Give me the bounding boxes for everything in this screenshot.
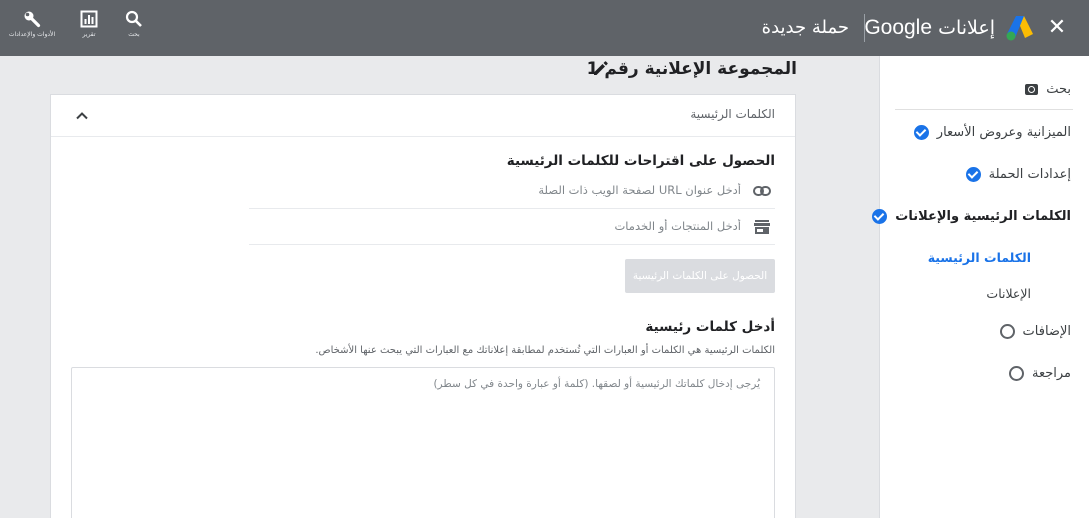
sidebar-item-label: الميزانية وعروض الأسعار <box>936 125 1071 140</box>
url-field-row <box>249 173 775 209</box>
card-title: الكلمات الرئيسية <box>690 107 775 121</box>
sidebar-subitem-keywords[interactable]: الكلمات الرئيسية <box>928 250 1031 265</box>
sidebar-item-campaign-settings[interactable]: إعدادات الحملة <box>965 167 1071 182</box>
sidebar-item-budget[interactable]: الميزانية وعروض الأسعار <box>913 125 1071 140</box>
edit-pencil-icon[interactable] <box>592 59 610 77</box>
header-divider <box>864 14 865 42</box>
keyword-suggestions-title: الحصول على اقتراحات للكلمات الرئيسية <box>506 153 775 169</box>
tools-settings-button[interactable]: الأدوات والإعدادات <box>8 10 56 39</box>
keywords-description: الكلمات الرئيسية هي الكلمات أو العبارات … <box>315 345 775 356</box>
ad-group-title: المجموعة الإعلانية رقم 1 <box>586 59 797 79</box>
sidebar-item-search[interactable]: بحث <box>1025 82 1071 97</box>
steps-sidebar: بحث الميزانية وعروض الأسعار إعدادات الحم… <box>872 56 1089 518</box>
keywords-textarea[interactable] <box>72 368 774 518</box>
products-field-row <box>249 209 775 245</box>
sidebar-item-label: إعدادات الحملة <box>988 167 1071 182</box>
store-icon <box>754 220 770 234</box>
url-input[interactable] <box>261 179 741 201</box>
brand-google: Google <box>864 16 933 39</box>
sidebar-item-extensions[interactable]: الإضافات <box>999 324 1071 339</box>
sidebar-subitem-ads[interactable]: الإعلانات <box>986 286 1031 301</box>
sidebar-item-label: الإضافات <box>1022 324 1071 339</box>
search-campaign-icon <box>1025 84 1039 95</box>
report-icon <box>80 10 98 28</box>
search-icon <box>125 10 142 27</box>
sidebar-item-label: بحث <box>1046 82 1071 97</box>
check-circle-icon <box>965 167 981 182</box>
sidebar-item-keywords-ads[interactable]: الكلمات الرئيسية والإعلانات <box>872 209 1071 224</box>
keywords-card: الكلمات الرئيسية الحصول على اقتراحات للك… <box>50 94 796 518</box>
sidebar-item-label: مراجعة <box>1031 366 1071 381</box>
products-input[interactable] <box>261 215 741 237</box>
get-keywords-button[interactable]: الحصول على الكلمات الرئيسية <box>625 259 775 293</box>
search-tool-label: بحث <box>128 31 140 38</box>
tools-settings-label: الأدوات والإعدادات <box>8 31 56 38</box>
report-tool-label: تقرير <box>82 31 96 38</box>
check-circle-icon <box>872 209 888 224</box>
empty-circle-icon <box>1008 366 1024 381</box>
report-tool-button[interactable]: تقرير <box>65 10 113 39</box>
close-button[interactable]: ✕ <box>1043 14 1071 42</box>
link-icon <box>753 186 771 196</box>
search-tool-button[interactable]: بحث <box>110 10 158 39</box>
close-icon: ✕ <box>1047 15 1067 40</box>
brand-product: إعلانات <box>938 17 995 39</box>
chevron-up-icon[interactable] <box>73 107 91 125</box>
campaign-title: حملة جديدة <box>761 17 849 38</box>
google-ads-logo-icon <box>1006 16 1033 41</box>
sidebar-item-review[interactable]: مراجعة <box>1008 366 1071 381</box>
empty-circle-icon <box>999 324 1015 339</box>
sidebar-item-label: الكلمات الرئيسية والإعلانات <box>895 209 1071 224</box>
sidebar-divider <box>895 109 1073 110</box>
wrench-icon <box>24 11 41 28</box>
top-header: ✕ إعلانات Google حملة جديدة بحث تقرير ال… <box>0 0 1089 56</box>
keywords-textarea-box <box>71 367 775 518</box>
check-circle-icon <box>913 125 929 140</box>
brand-name: إعلانات Google <box>864 14 995 42</box>
enter-keywords-title: أدخل كلمات رئيسية <box>645 319 775 335</box>
keywords-card-header[interactable]: الكلمات الرئيسية <box>51 95 795 137</box>
